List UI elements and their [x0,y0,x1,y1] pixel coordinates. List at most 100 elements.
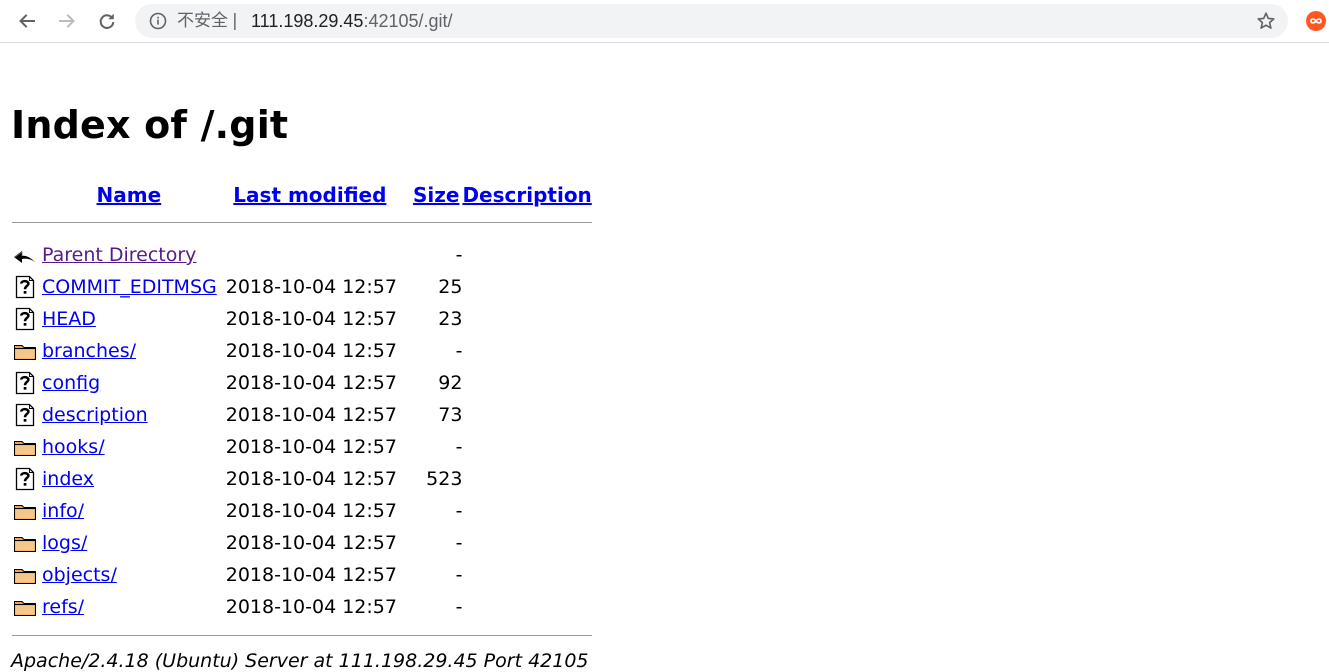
table-row: COMMIT_EDITMSG 2018-10-04 12:57 25 [12,271,592,303]
file-link[interactable]: config [42,372,100,394]
footer-divider [12,635,592,636]
address-bar[interactable]: 不安全 | 111.198.29.45:42105/.git/ [135,4,1288,38]
header-divider [12,222,592,223]
row-description-cell [462,335,591,367]
reload-icon [99,13,115,29]
row-name-cell: index [39,463,220,495]
row-description-cell [462,239,591,271]
file-link[interactable]: hooks/ [42,436,105,458]
unknown-file-icon [15,403,35,427]
table-row: HEAD 2018-10-04 12:57 23 [12,303,592,335]
row-size-cell: 73 [438,404,463,426]
unknown-file-icon [15,307,35,331]
server-signature: Apache/2.4.18 (Ubuntu) Server at 111.198… [11,650,589,672]
sort-by-description-link[interactable]: Description [462,183,591,207]
file-link[interactable]: COMMIT_EDITMSG [42,276,217,298]
sort-by-last-modified-link[interactable]: Last modified [233,183,386,207]
row-modified-cell: 2018-10-04 12:57 [225,500,397,522]
file-link[interactable]: info/ [42,500,84,522]
table-row: hooks/ 2018-10-04 12:57 - [12,431,592,463]
table-row: description 2018-10-04 12:57 73 [12,399,592,431]
unknown-file-icon [15,371,35,395]
url-host: 111.198.29.45 [251,11,364,31]
column-header-name: Name [39,181,220,209]
column-header-description: Description [462,181,591,209]
table-row: config 2018-10-04 12:57 92 [12,367,592,399]
folder-icon [14,345,36,360]
row-name-cell: HEAD [39,303,220,335]
row-size-cell: - [455,436,463,458]
row-icon-cell [12,463,39,495]
row-description-cell [462,463,591,495]
row-modified-cell: 2018-10-04 12:57 [225,404,397,426]
file-link[interactable]: objects/ [42,564,117,586]
back-button[interactable] [15,9,39,33]
forward-button[interactable] [55,9,79,33]
extension-icon[interactable] [1306,11,1326,31]
browser-toolbar: 不安全 | 111.198.29.45:42105/.git/ [0,0,1329,43]
row-modified-cell: 2018-10-04 12:57 [225,564,397,586]
row-name-cell: Parent Directory [39,239,220,271]
table-row: index 2018-10-04 12:57 523 [12,463,592,495]
row-size-cell: 523 [426,468,463,490]
file-link[interactable]: logs/ [42,532,87,554]
row-name-cell: description [39,399,220,431]
row-description-cell [462,527,591,559]
arrow-left-icon [19,14,35,28]
file-link[interactable]: HEAD [42,308,96,330]
row-icon-cell [12,495,39,527]
row-description-cell [462,271,591,303]
sort-by-name-link[interactable]: Name [97,183,162,207]
row-icon-cell [12,271,39,303]
table-row: logs/ 2018-10-04 12:57 - [12,527,592,559]
row-size-cell: - [455,532,463,554]
row-name-cell: branches/ [39,335,220,367]
row-modified-cell: 2018-10-04 12:57 [225,372,397,394]
file-link[interactable]: description [42,404,148,426]
row-description-cell [462,303,591,335]
file-link[interactable]: index [42,468,94,490]
row-icon-cell [12,559,39,591]
header-divider-row [12,209,592,239]
row-name-cell: refs/ [39,591,220,623]
row-modified-cell: 2018-10-04 12:57 [225,532,397,554]
file-link[interactable]: branches/ [42,340,136,362]
table-row: Parent Directory - [12,239,592,271]
row-size-cell: 92 [438,372,463,394]
row-icon-cell [12,239,39,271]
info-circle-icon[interactable] [149,12,167,30]
folder-icon [14,505,36,520]
row-size-cell: - [455,596,463,618]
row-description-cell [462,591,591,623]
page-title: Index of /.git [11,103,289,147]
row-name-cell: config [39,367,220,399]
row-description-cell [462,559,591,591]
parent-directory-link[interactable]: Parent Directory [42,244,196,266]
row-icon-cell [12,367,39,399]
row-name-cell: info/ [39,495,220,527]
row-size-cell: - [455,340,463,362]
reload-button[interactable] [95,9,119,33]
row-name-cell: COMMIT_EDITMSG [39,271,220,303]
folder-icon [14,441,36,456]
url-text[interactable]: 111.198.29.45:42105/.git/ [251,10,453,32]
row-description-cell [462,399,591,431]
sort-by-size-link[interactable]: Size [413,183,459,207]
star-icon[interactable] [1256,11,1276,31]
table-row: branches/ 2018-10-04 12:57 - [12,335,592,367]
arrow-right-icon [59,14,75,28]
folder-icon [14,537,36,552]
row-icon-cell [12,527,39,559]
row-description-cell [462,431,591,463]
column-header-size: Size [403,181,462,209]
file-listing-table: Name Last modified Size Description Pare… [12,181,592,636]
security-label: 不安全 | [177,11,238,31]
unknown-file-icon [15,275,35,299]
file-link[interactable]: refs/ [42,596,84,618]
row-modified-cell: 2018-10-04 12:57 [225,340,397,362]
row-icon-cell [12,431,39,463]
footer-divider-row [12,623,592,636]
row-description-cell [462,367,591,399]
row-size-cell: - [455,564,463,586]
row-size-cell: - [455,244,463,266]
